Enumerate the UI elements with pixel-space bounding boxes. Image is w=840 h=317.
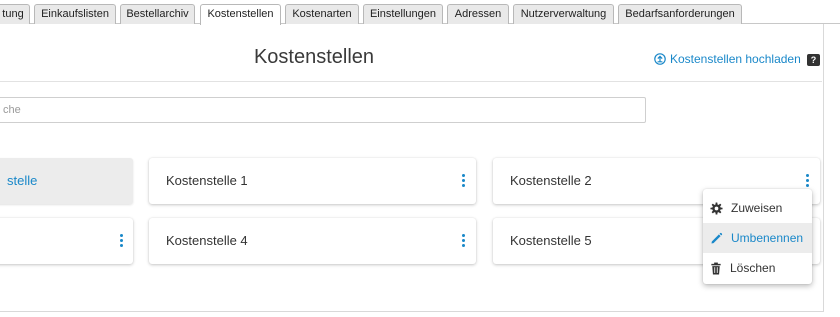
- tab-nutzerverwaltung[interactable]: Nutzerverwaltung: [513, 4, 614, 24]
- page-title: Kostenstellen: [253, 46, 375, 68]
- context-menu: Zuweisen Umbenennen Löschen: [703, 189, 812, 284]
- cost-center-label: Kostenstelle 2: [510, 173, 592, 188]
- help-icon[interactable]: ?: [807, 54, 820, 66]
- gear-icon: [710, 201, 723, 215]
- tab-bestellarchiv[interactable]: Bestellarchiv: [120, 4, 195, 24]
- cost-center-card[interactable]: [0, 218, 133, 264]
- menu-item-label: Löschen: [730, 261, 776, 275]
- cost-center-card[interactable]: Kostenstelle 1: [149, 158, 476, 204]
- tab-einkaufslisten[interactable]: Einkaufslisten: [34, 4, 116, 24]
- tab-einstellungen[interactable]: Einstellungen: [363, 4, 443, 24]
- pencil-icon: [711, 232, 723, 244]
- more-options-icon[interactable]: [804, 174, 810, 188]
- tab-kostenstellen[interactable]: Kostenstellen: [200, 4, 281, 25]
- menu-item-label: Umbenennen: [731, 231, 804, 245]
- tab-kostenarten[interactable]: Kostenarten: [285, 4, 359, 24]
- menu-item-umbenennen[interactable]: Umbenennen: [703, 223, 812, 253]
- upload-circle-icon: [654, 53, 666, 65]
- upload-cost-centers-button[interactable]: Kostenstellen hochladen: [654, 52, 801, 66]
- menu-item-zuweisen[interactable]: Zuweisen: [703, 193, 812, 223]
- search-input[interactable]: [0, 97, 646, 123]
- more-options-icon[interactable]: [460, 234, 466, 248]
- title-divider: [0, 81, 822, 82]
- upload-label: Kostenstellen hochladen: [670, 52, 801, 66]
- tab-bedarfsanforderungen[interactable]: Bedarfsanforderungen: [618, 4, 742, 24]
- menu-item-loeschen[interactable]: Löschen: [703, 253, 812, 283]
- menu-item-label: Zuweisen: [731, 201, 783, 215]
- tab-partial-first[interactable]: tung: [0, 4, 30, 24]
- more-options-icon[interactable]: [118, 234, 124, 248]
- cost-center-label: Kostenstelle 5: [510, 233, 592, 248]
- cost-center-card[interactable]: Kostenstelle 4: [149, 218, 476, 264]
- trash-icon: [711, 262, 721, 274]
- tab-bar: tung Einkaufslisten Bestellarchiv Kosten…: [0, 0, 840, 25]
- cost-center-label: stelle: [7, 173, 38, 188]
- more-options-icon[interactable]: [460, 174, 466, 188]
- cost-center-card[interactable]: stelle: [0, 158, 133, 204]
- cost-center-label: Kostenstelle 4: [166, 233, 248, 248]
- tab-adressen[interactable]: Adressen: [447, 4, 509, 24]
- cost-center-label: Kostenstelle 1: [166, 173, 248, 188]
